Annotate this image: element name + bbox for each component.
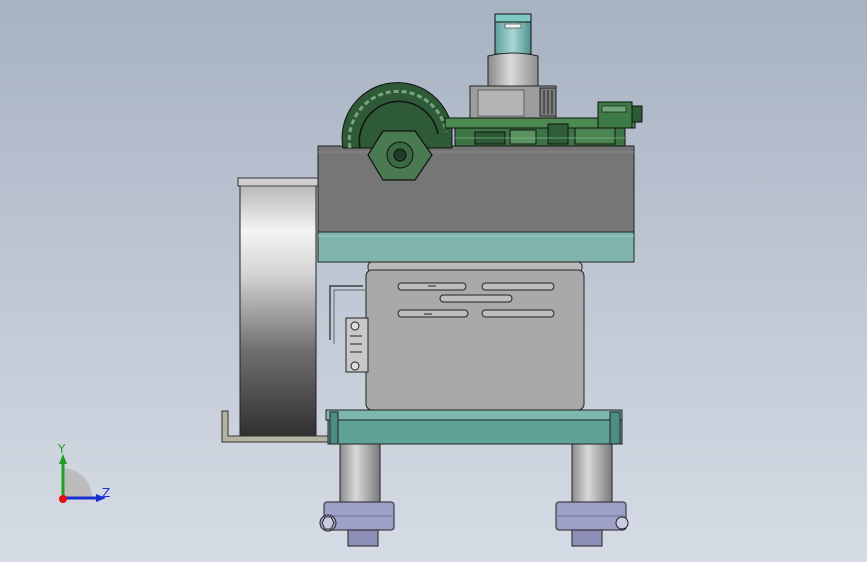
orientation-triad-icon [59, 454, 106, 503]
side-cover-plate [329, 261, 585, 411]
y-axis-label: Y [58, 442, 66, 456]
z-axis-label: Z [102, 486, 111, 500]
base-plate [325, 409, 623, 445]
x-axis-dot [59, 495, 67, 503]
top-motor [469, 13, 557, 119]
bearing-feet [319, 501, 629, 547]
pulley-drum [221, 177, 334, 443]
3d-viewport[interactable]: Y Z [0, 0, 867, 562]
assembly-model[interactable] [0, 0, 867, 562]
support-legs [339, 443, 613, 505]
upper-housing [317, 145, 635, 263]
